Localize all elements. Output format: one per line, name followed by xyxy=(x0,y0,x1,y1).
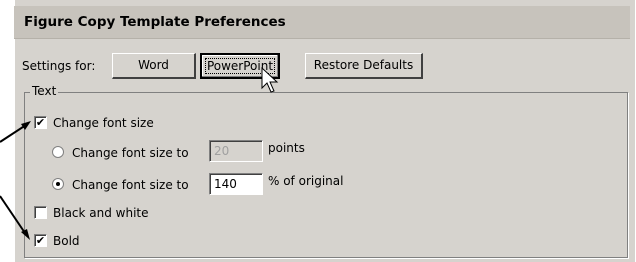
annotation-arrow xyxy=(0,121,31,143)
annotation-arrow xyxy=(0,195,30,240)
annotation-arrows xyxy=(0,66,279,240)
mouse-cursor-icon xyxy=(261,66,279,93)
